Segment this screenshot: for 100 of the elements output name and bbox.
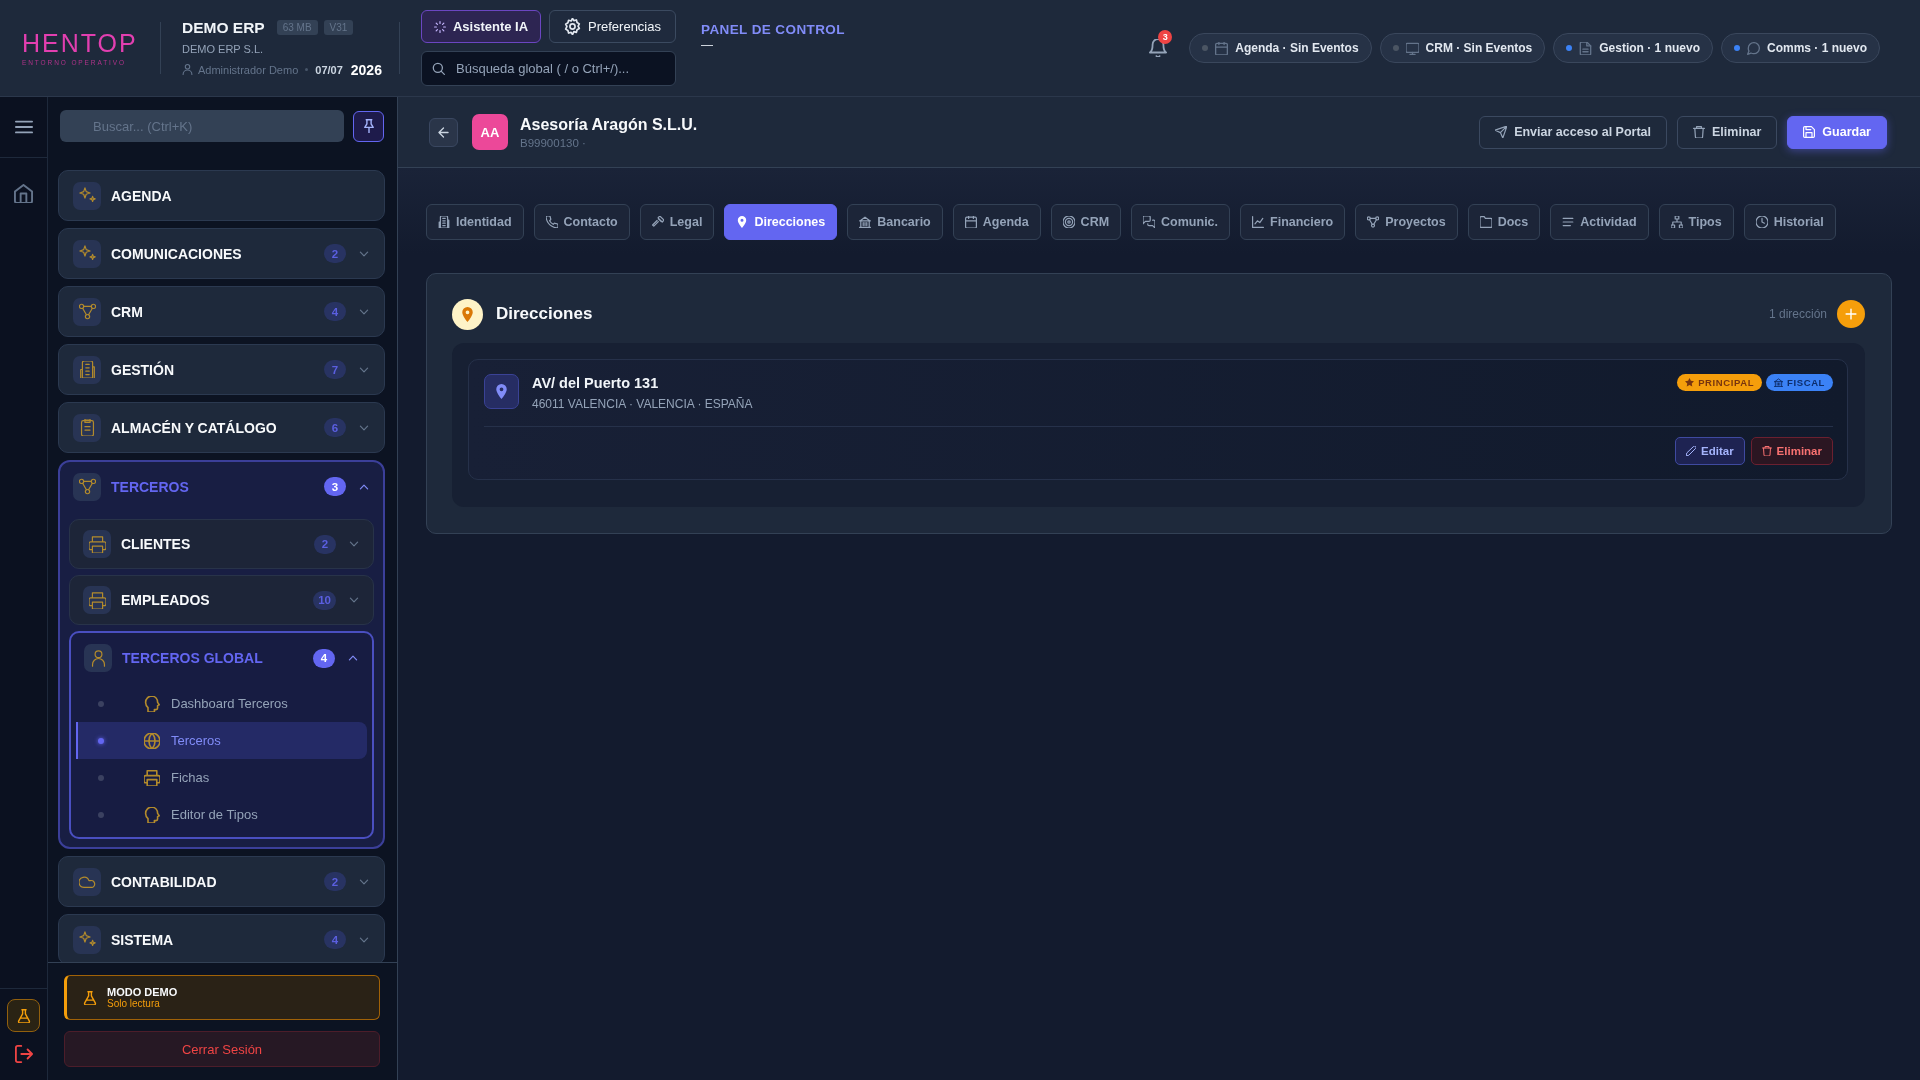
save-button[interactable]: Guardar <box>1787 115 1887 149</box>
building-icon <box>438 216 450 228</box>
hammer-icon <box>651 216 664 228</box>
folder-icon <box>1479 216 1492 228</box>
status-pill[interactable]: Agenda · Sin Eventos <box>1189 33 1372 63</box>
nodes-icon <box>73 472 101 501</box>
company-name: DEMO ERP S.L. <box>182 42 265 55</box>
count-badge: 4 <box>324 930 346 949</box>
head-icon <box>144 806 160 823</box>
loader-icon <box>433 20 446 33</box>
tab[interactable]: Actividad <box>1550 204 1649 240</box>
address-street: AV/ del Puerto 131 <box>532 375 660 391</box>
person-icon <box>84 644 112 672</box>
phone-icon <box>545 216 558 228</box>
map-pin-icon <box>452 298 483 330</box>
separator-dot-icon <box>305 68 309 71</box>
status-pill[interactable]: Comms · 1 nuevo <box>1720 33 1880 63</box>
tab[interactable]: Bancario <box>847 204 943 240</box>
logout-button[interactable] <box>14 1045 33 1063</box>
document-icon <box>1579 41 1593 55</box>
address-count: 1 dirección <box>1768 307 1827 321</box>
section-title: PANEL DE CONTROL <box>701 22 845 37</box>
sparkles-icon <box>73 925 101 954</box>
nav-item[interactable]: TERCEROS GLOBAL 4 <box>71 633 372 683</box>
delete-button[interactable]: Eliminar <box>1677 115 1778 149</box>
bullet-icon <box>98 737 104 744</box>
monitor-icon <box>1405 41 1419 55</box>
tab[interactable]: Contacto <box>533 204 630 240</box>
add-button[interactable] <box>1837 300 1865 328</box>
tab[interactable]: Identidad <box>426 204 524 240</box>
plus-icon <box>1844 307 1858 321</box>
bell-icon <box>1149 39 1168 57</box>
arrow-left-icon <box>437 125 450 139</box>
nav-item[interactable]: GESTIÓN 7 <box>58 344 385 395</box>
status-pill[interactable]: Gestion · 1 nuevo <box>1553 33 1713 63</box>
nav-item[interactable]: ALMACÉN Y CATÁLOGO 6 <box>58 402 385 453</box>
pencil-icon <box>1686 446 1696 456</box>
nav-link[interactable]: Fichas <box>76 759 367 796</box>
pushpin-icon <box>361 119 376 133</box>
sparkles-icon <box>73 181 101 210</box>
section-subtitle: — <box>701 39 713 51</box>
count-badge: 4 <box>324 302 346 321</box>
building-icon <box>73 355 101 384</box>
menu-button[interactable] <box>14 118 33 136</box>
flask-icon <box>16 1008 31 1023</box>
tab[interactable]: Tipos <box>1658 204 1734 240</box>
tab[interactable]: CRM <box>1050 204 1122 240</box>
printer-icon <box>83 586 111 614</box>
count-badge: 4 <box>313 648 335 668</box>
nav-item[interactable]: COMUNICACIONES 2 <box>58 228 385 279</box>
assistant-button[interactable]: Asistente IA <box>421 10 541 43</box>
avatar: AA <box>472 114 508 150</box>
nav-link[interactable]: Terceros <box>76 722 367 759</box>
printer-icon <box>83 530 111 558</box>
global-search-field[interactable]: Búsqueda global ( / o Ctrl+/)... <box>421 51 676 86</box>
back-button[interactable] <box>429 117 458 147</box>
tab[interactable]: Historial <box>1743 204 1836 240</box>
send-button[interactable]: Enviar acceso al Portal <box>1479 115 1668 149</box>
nav-item[interactable]: TERCEROS 3 <box>60 462 383 511</box>
card-title: Direcciones <box>496 304 593 324</box>
edit-button[interactable]: Editar <box>1675 437 1745 465</box>
notice-subtitle: Solo lectura <box>107 998 161 1009</box>
nodes-icon <box>73 297 101 326</box>
home-button[interactable] <box>14 184 33 203</box>
nav-item[interactable]: SISTEMA 4 <box>58 914 385 962</box>
chat-bubbles-icon <box>1143 216 1156 228</box>
logout-button[interactable]: Cerrar Sesión <box>64 1031 380 1067</box>
settings-icon <box>564 18 581 35</box>
tab[interactable]: Docs <box>1467 204 1541 240</box>
map-pin-icon <box>484 374 519 409</box>
star-icon <box>1685 378 1695 387</box>
nav-link[interactable]: Dashboard Terceros <box>76 685 367 722</box>
line-chart-icon <box>1252 216 1265 228</box>
count-badge: 7 <box>324 360 346 379</box>
tab[interactable]: Proyectos <box>1355 204 1458 240</box>
pin-button[interactable] <box>353 110 384 142</box>
nav-item[interactable]: EMPLEADOS 10 <box>69 575 374 625</box>
session-year: 2026 <box>350 61 382 78</box>
tab[interactable]: Agenda <box>952 204 1041 240</box>
nav-item[interactable]: AGENDA <box>58 170 385 221</box>
count-badge: 2 <box>314 534 336 554</box>
session-date: 07/07 <box>315 63 343 76</box>
nav-link[interactable]: Editor de Tipos <box>76 796 367 833</box>
demo-mode-button[interactable] <box>7 999 40 1032</box>
map-pin-icon <box>736 216 749 228</box>
status-pill[interactable]: CRM · Sin Eventos <box>1379 33 1546 63</box>
globe-icon <box>144 732 160 749</box>
nav-item[interactable]: CONTABILIDAD 2 <box>58 856 385 907</box>
user-icon <box>182 64 193 75</box>
delete-button[interactable]: Eliminar <box>1750 437 1833 465</box>
tab[interactable]: Direcciones <box>724 204 838 240</box>
count-badge: 2 <box>324 244 346 263</box>
nav-item[interactable]: CRM 4 <box>58 286 385 337</box>
record-title: Asesoría Aragón S.L.U. <box>520 115 698 134</box>
tab[interactable]: Comunic. <box>1131 204 1231 240</box>
nav-item[interactable]: CLIENTES 2 <box>69 519 374 569</box>
tab[interactable]: Legal <box>639 204 715 240</box>
bullet-icon <box>98 700 104 707</box>
tab[interactable]: Financiero <box>1240 204 1346 240</box>
preferences-button[interactable]: Preferencias <box>549 10 676 43</box>
